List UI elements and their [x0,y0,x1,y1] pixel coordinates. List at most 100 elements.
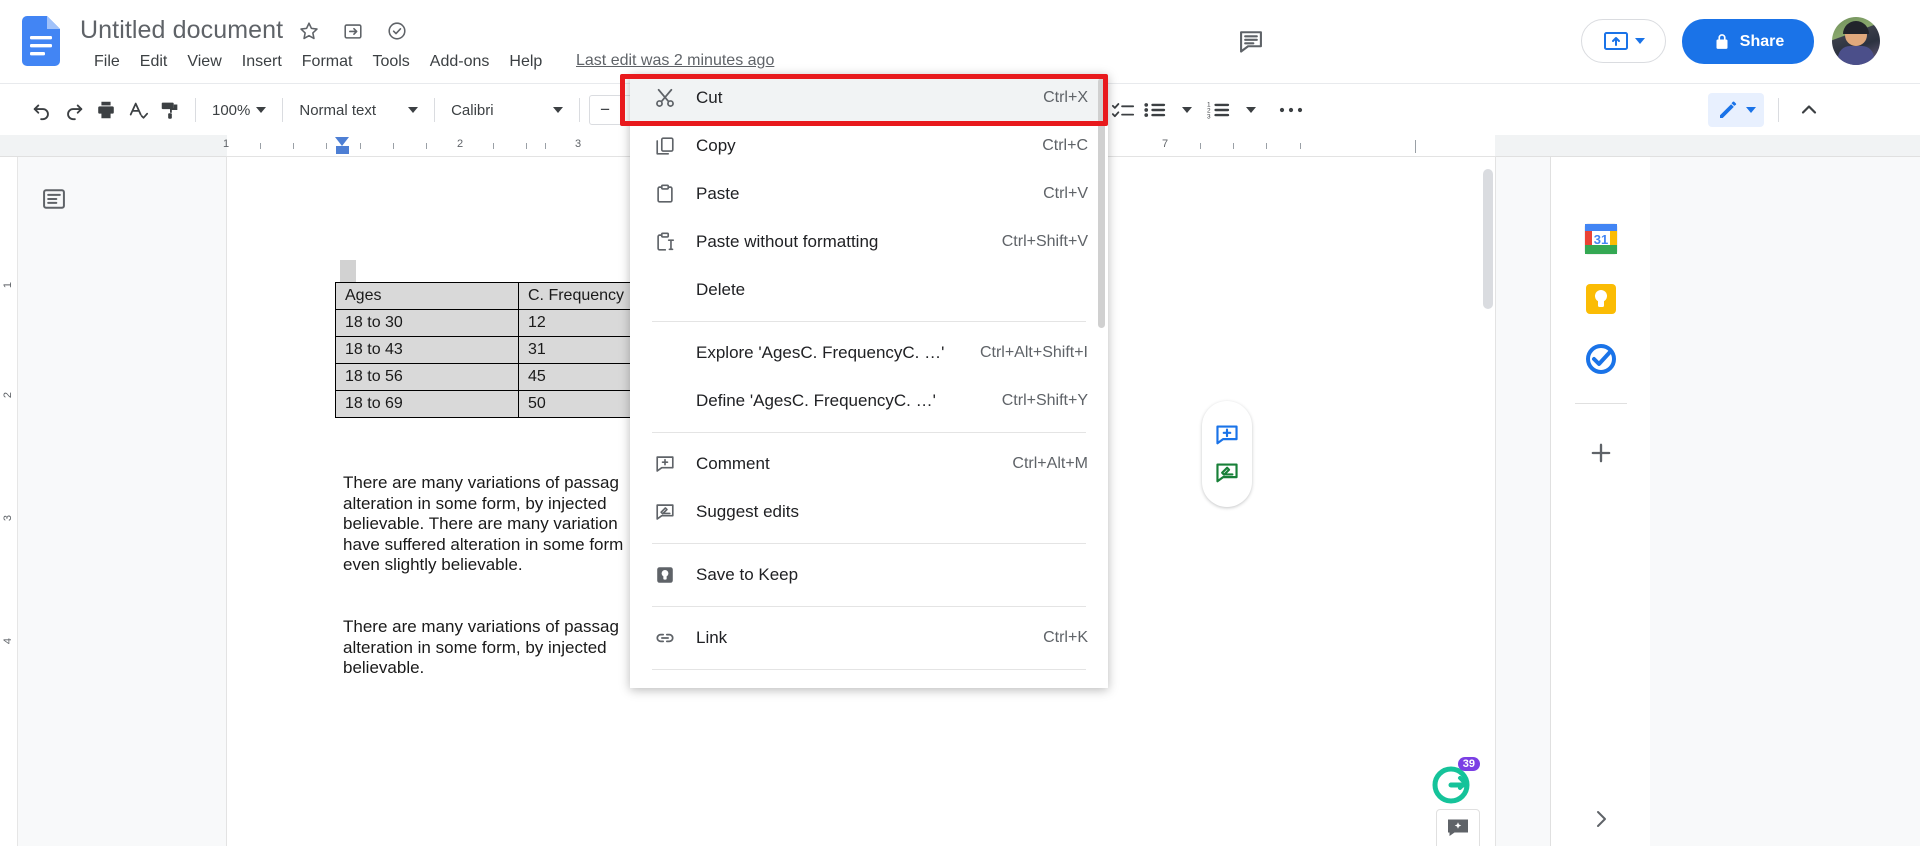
menu-tools[interactable]: Tools [362,50,419,74]
present-caret-icon[interactable] [1634,38,1645,44]
add-addon-button[interactable] [1587,439,1615,467]
table-cell[interactable]: 18 to 56 [335,363,519,391]
user-avatar[interactable] [1832,17,1880,65]
document-outline-icon[interactable] [40,185,68,213]
bulleted-list-caret-icon[interactable] [1171,94,1203,126]
context-menu-item-comment[interactable]: Comment Ctrl+Alt+M [630,440,1108,488]
context-menu-item-explore[interactable]: Explore 'AgesC. FrequencyC. …' Ctrl+Alt+… [630,329,1108,377]
explore-button[interactable] [1436,809,1480,846]
toolbar-divider [1778,98,1779,122]
paragraph-style-select[interactable]: Normal text [292,98,425,123]
ruler-number: 2 [456,138,464,150]
font-size-decrease-button[interactable]: − [590,96,620,124]
ruler-number: 3 [574,138,582,150]
lock-icon [1716,33,1728,49]
vertical-scrollbar[interactable] [1483,169,1493,309]
toolbar-divider [579,98,581,122]
context-menu[interactable]: Cut Ctrl+X Copy Ctrl+C Paste Ctrl+V Past… [630,74,1108,688]
keep-icon [652,563,678,587]
rail-divider [1575,403,1627,404]
context-menu-shortcut: Ctrl+Shift+V [1001,233,1088,250]
context-menu-label: Suggest edits [696,502,800,521]
vertical-ruler[interactable]: 1 2 3 4 [0,157,18,846]
zoom-select[interactable]: 100% [205,98,273,123]
context-menu-item-delete[interactable]: Delete [630,266,1108,314]
suggest-edit-icon[interactable] [1214,460,1240,486]
star-icon[interactable] [298,20,320,42]
context-menu-scrollbar[interactable] [1098,78,1105,328]
svg-text:3: 3 [1207,113,1211,120]
font-select[interactable]: Calibri [444,98,570,123]
document-title[interactable]: Untitled document [80,16,283,45]
context-menu-item-paste-without-formatting[interactable]: Paste without formatting Ctrl+Shift+V [630,218,1108,266]
paint-format-icon[interactable] [154,94,186,126]
context-menu-label: Copy [696,136,736,155]
table-cell[interactable]: 18 to 43 [335,336,519,364]
menu-add-ons[interactable]: Add-ons [420,50,500,74]
print-icon[interactable] [90,94,122,126]
numbered-list-caret-icon[interactable] [1235,94,1267,126]
context-menu-item-paste[interactable]: Paste Ctrl+V [630,170,1108,218]
docs-logo-icon[interactable] [22,16,60,66]
checklist-icon[interactable] [1107,94,1139,126]
style-value: Normal text [299,101,377,119]
context-menu-shortcut: Ctrl+C [1042,137,1088,154]
context-menu-divider [652,606,1086,607]
context-menu-label: Explore 'AgesC. FrequencyC. …' [696,343,945,362]
add-comment-icon[interactable] [1214,422,1240,448]
context-menu-item-cut[interactable]: Cut Ctrl+X [630,74,1108,122]
ruler-number: 1 [222,138,230,150]
table-header-cell[interactable]: Ages [335,282,519,310]
move-to-folder-icon[interactable] [342,20,364,42]
undo-icon[interactable] [26,94,58,126]
context-menu-item-save-to-keep[interactable]: Save to Keep [630,551,1108,599]
chevron-down-icon [1182,107,1192,113]
menu-format[interactable]: Format [292,50,363,74]
bulleted-list-icon[interactable] [1139,94,1171,126]
context-menu-item-link[interactable]: Link Ctrl+K [630,614,1108,662]
table-cell[interactable]: 18 to 30 [335,309,519,337]
comment-history-icon[interactable] [1237,27,1265,55]
context-menu-item-change-page-orientation[interactable]: Change page to landscape [630,677,1108,688]
context-menu-label: Define 'AgesC. FrequencyC. …' [696,391,936,410]
last-edit-status[interactable]: Last edit was 2 minutes ago [576,52,774,70]
table-cell[interactable]: 18 to 69 [335,390,519,418]
menu-help[interactable]: Help [499,50,552,74]
context-menu-item-suggest-edits[interactable]: Suggest edits [630,488,1108,536]
vruler-number: 2 [2,391,15,399]
google-keep-icon[interactable] [1581,279,1621,319]
collapse-toolbar-icon[interactable] [1793,94,1825,126]
grammarly-icon[interactable]: 39 [1430,757,1480,805]
present-button[interactable] [1581,19,1666,63]
google-calendar-icon[interactable]: 31 [1581,219,1621,259]
menu-file[interactable]: File [84,50,130,74]
avatar-body [1838,46,1874,65]
share-button[interactable]: Share [1682,19,1814,64]
context-menu-item-define[interactable]: Define 'AgesC. FrequencyC. …' Ctrl+Shift… [630,377,1108,425]
redo-icon[interactable] [58,94,90,126]
first-line-indent-marker[interactable] [335,137,349,146]
menu-insert[interactable]: Insert [232,50,292,74]
expand-rail-button[interactable] [1589,807,1613,831]
empty-icon [652,278,678,302]
editing-mode-button[interactable] [1708,93,1764,127]
left-indent-marker[interactable] [336,146,349,154]
copy-icon [652,134,678,158]
google-tasks-icon[interactable] [1581,339,1621,379]
cloud-saved-icon[interactable] [386,20,408,42]
numbered-list-icon[interactable]: 1 2 3 [1203,94,1235,126]
chevron-down-icon [1746,107,1756,113]
context-menu-label: Comment [696,454,770,473]
more-options-icon[interactable] [1275,94,1307,126]
context-menu-label: Cut [696,88,723,107]
context-menu-shortcut: Ctrl+K [1043,629,1088,646]
context-menu-shortcut: Ctrl+V [1043,185,1088,202]
menu-edit[interactable]: Edit [130,50,178,74]
spell-check-icon[interactable] [122,94,154,126]
menu-view[interactable]: View [177,50,231,74]
context-menu-label: Paste [696,184,740,203]
vruler-number: 4 [2,637,15,645]
context-menu-shortcut: Ctrl+Shift+Y [1001,392,1088,409]
context-menu-divider [652,543,1086,544]
context-menu-item-copy[interactable]: Copy Ctrl+C [630,122,1108,170]
